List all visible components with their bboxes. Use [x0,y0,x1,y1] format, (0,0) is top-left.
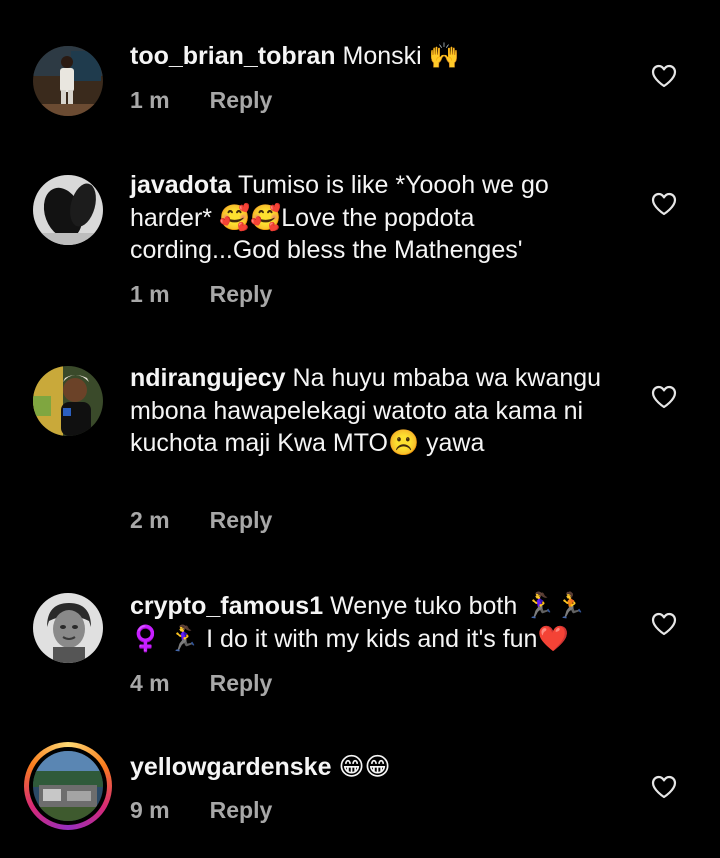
avatar-story-ring[interactable] [24,742,112,830]
comment-meta: 9 m Reply [130,797,272,824]
like-heart-icon[interactable] [651,775,677,799]
reply-button[interactable]: Reply [210,87,273,114]
reply-button[interactable]: Reply [210,670,273,697]
like-heart-icon[interactable] [651,64,677,88]
comment-time: 9 m [130,797,170,823]
avatar-image [33,751,103,821]
comment-username[interactable]: yellowgardenske [130,753,331,781]
comment-text: javadota Tumiso is like *Yoooh we go har… [130,169,610,267]
like-heart-icon[interactable] [651,385,677,409]
comment-text: yellowgardenske 😁😁 [130,751,610,784]
comment-body: Monski 🙌 [342,42,460,70]
avatar [29,747,107,825]
comment-meta: 4 m Reply [130,670,272,697]
comment-time: 1 m [130,87,170,113]
comment-time: 1 m [130,281,170,307]
avatar[interactable] [33,366,103,436]
comment-text: too_brian_tobran Monski 🙌 [130,40,610,73]
comment-meta: 1 m Reply [130,87,272,114]
comment-username[interactable]: ndirangujecy [130,364,286,392]
avatar[interactable] [33,593,103,663]
avatar-image [33,366,103,436]
avatar-image [33,175,103,245]
comment-meta: 1 m Reply [130,281,272,308]
comment-meta: 2 m Reply [130,507,272,534]
avatar[interactable] [33,46,103,116]
like-heart-icon[interactable] [651,192,677,216]
comment-time: 2 m [130,507,170,533]
comment-time: 4 m [130,670,170,696]
comment-username[interactable]: javadota [130,171,231,199]
like-heart-icon[interactable] [651,612,677,636]
comment-body: 😁😁 [338,753,391,781]
comment-text: ndirangujecy Na huyu mbaba wa kwangu mbo… [130,362,610,460]
avatar[interactable] [33,175,103,245]
reply-button[interactable]: Reply [210,281,273,308]
comment-text: crypto_famous1 Wenye tuko both 🏃‍♀️🏃 ♀️ … [130,590,610,655]
reply-button[interactable]: Reply [210,507,273,534]
comment-username[interactable]: too_brian_tobran [130,42,336,70]
avatar-image [33,593,103,663]
comment-username[interactable]: crypto_famous1 [130,592,323,620]
avatar-image [33,46,103,116]
reply-button[interactable]: Reply [210,797,273,824]
